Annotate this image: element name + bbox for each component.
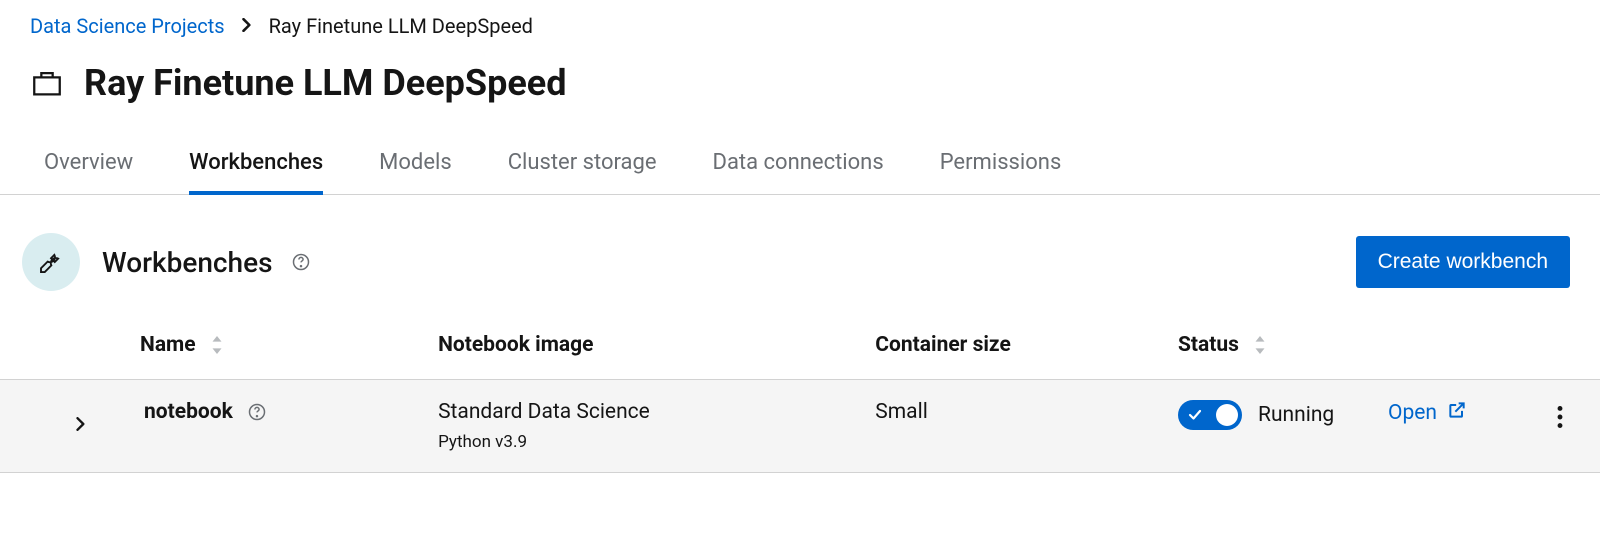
tab-permissions[interactable]: Permissions: [940, 134, 1062, 195]
expand-row-button[interactable]: [72, 413, 90, 440]
project-icon: [30, 66, 64, 100]
col-header-status[interactable]: Status: [1178, 333, 1239, 357]
table-row: notebook Standard Data Science Python v3…: [0, 380, 1600, 473]
help-icon[interactable]: [291, 252, 311, 272]
container-size: Small: [875, 400, 928, 424]
col-header-notebook-image: Notebook image: [438, 333, 593, 357]
tab-data-connections[interactable]: Data connections: [713, 134, 884, 195]
open-link-label: Open: [1388, 401, 1437, 425]
external-link-icon: [1447, 400, 1467, 426]
wrench-icon: [22, 233, 80, 291]
create-workbench-button[interactable]: Create workbench: [1356, 236, 1570, 288]
page-title: Ray Finetune LLM DeepSpeed: [84, 62, 566, 104]
tab-overview[interactable]: Overview: [44, 134, 133, 195]
check-icon: [1188, 408, 1202, 422]
col-header-container-size: Container size: [875, 333, 1011, 357]
chevron-right-icon: [241, 16, 253, 37]
section-title: Workbenches: [102, 246, 311, 279]
tab-workbenches[interactable]: Workbenches: [189, 134, 323, 195]
page-title-row: Ray Finetune LLM DeepSpeed: [0, 48, 1600, 134]
notebook-image: Standard Data Science: [438, 400, 839, 424]
tab-models[interactable]: Models: [379, 134, 452, 195]
breadcrumb-parent-link[interactable]: Data Science Projects: [30, 14, 225, 38]
toggle-knob: [1216, 404, 1238, 426]
breadcrumb: Data Science Projects Ray Finetune LLM D…: [0, 0, 1600, 48]
section-header: Workbenches Create workbench: [0, 195, 1600, 315]
col-header-name[interactable]: Name: [140, 333, 196, 357]
sort-icon[interactable]: [1254, 336, 1266, 354]
tab-cluster-storage[interactable]: Cluster storage: [508, 134, 657, 195]
breadcrumb-current: Ray Finetune LLM DeepSpeed: [269, 14, 533, 38]
workbenches-table: Name Notebook image Container size Statu…: [0, 315, 1600, 473]
status-text: Running: [1258, 403, 1334, 427]
help-icon[interactable]: [247, 402, 267, 422]
sort-icon[interactable]: [211, 336, 223, 354]
kebab-menu-button[interactable]: [1547, 400, 1573, 437]
section-title-text: Workbenches: [102, 246, 273, 279]
open-link[interactable]: Open: [1388, 400, 1467, 426]
status-toggle[interactable]: [1178, 400, 1242, 430]
workbench-name: notebook: [144, 400, 233, 424]
tabs: Overview Workbenches Models Cluster stor…: [0, 134, 1600, 195]
notebook-image-sub: Python v3.9: [438, 432, 839, 452]
